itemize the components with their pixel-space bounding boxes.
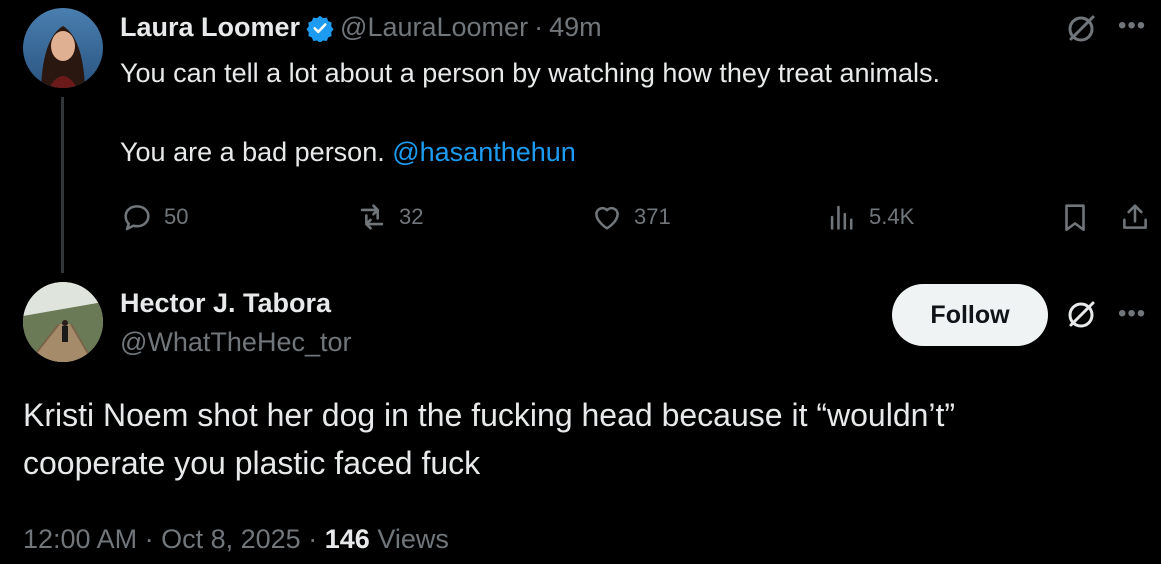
reply-icon (124, 205, 150, 231)
tweet-text-line1: You can tell a lot about a person by wat… (120, 58, 941, 88)
views-action[interactable]: 5.4K (825, 200, 914, 234)
reply-views-count: 146 (324, 524, 370, 554)
follow-button[interactable]: Follow (892, 284, 1048, 346)
reply-date[interactable]: Oct 8, 2025 (161, 524, 301, 554)
views-count: 5.4K (869, 204, 915, 229)
like-action[interactable]: 371 (590, 200, 671, 234)
reply-author-name[interactable]: Hector J. Tabora (120, 288, 331, 319)
author-avatar[interactable] (23, 8, 103, 88)
reply-text-line2: cooperate you plastic faced fuck (23, 445, 481, 481)
tweet-text-line2: You are a bad person. @hasanthehun (120, 137, 576, 168)
reply-views-label: Views (377, 524, 449, 554)
reply-author-handle[interactable]: @WhatTheHec_tor (120, 327, 352, 358)
separator-dot: · (144, 524, 154, 554)
author-handle[interactable]: @LauraLoomer (340, 12, 528, 43)
more-icon[interactable]: ••• (1118, 12, 1146, 40)
separator-dot: · (534, 12, 544, 42)
repost-icon (360, 204, 384, 230)
author-name[interactable]: Laura Loomer (120, 12, 300, 43)
bookmark-icon[interactable] (1058, 200, 1092, 239)
reply-text-line1: Kristi Noem shot her dog in the fucking … (23, 397, 956, 433)
reply-action[interactable]: 50 (120, 200, 188, 234)
separator-dot: · (308, 524, 318, 554)
grok-icon[interactable] (1064, 298, 1098, 337)
grok-icon[interactable] (1064, 12, 1098, 51)
tweet-header: Laura Loomer @LauraLoomer · 49m (120, 12, 602, 43)
like-count: 371 (634, 204, 671, 229)
analytics-icon (830, 205, 853, 230)
verified-badge-icon (306, 14, 334, 42)
heart-icon (595, 206, 619, 230)
more-icon[interactable]: ••• (1118, 300, 1146, 328)
tweet-time[interactable]: 49m (549, 12, 602, 43)
repost-action[interactable]: 32 (355, 200, 423, 234)
reply-author-avatar[interactable] (23, 282, 103, 362)
reply-count: 50 (164, 204, 189, 229)
thread-line (61, 97, 64, 273)
repost-count: 32 (399, 204, 424, 229)
reply-text: Kristi Noem shot her dog in the fucking … (23, 391, 1133, 487)
tweet-text-part: You are a bad person. (120, 137, 385, 167)
mention-link[interactable]: @hasanthehun (392, 137, 576, 167)
share-icon[interactable] (1118, 200, 1152, 239)
reply-time[interactable]: 12:00 AM (23, 524, 137, 554)
reply-meta: 12:00 AM · Oct 8, 2025 · 146 Views (23, 524, 449, 555)
